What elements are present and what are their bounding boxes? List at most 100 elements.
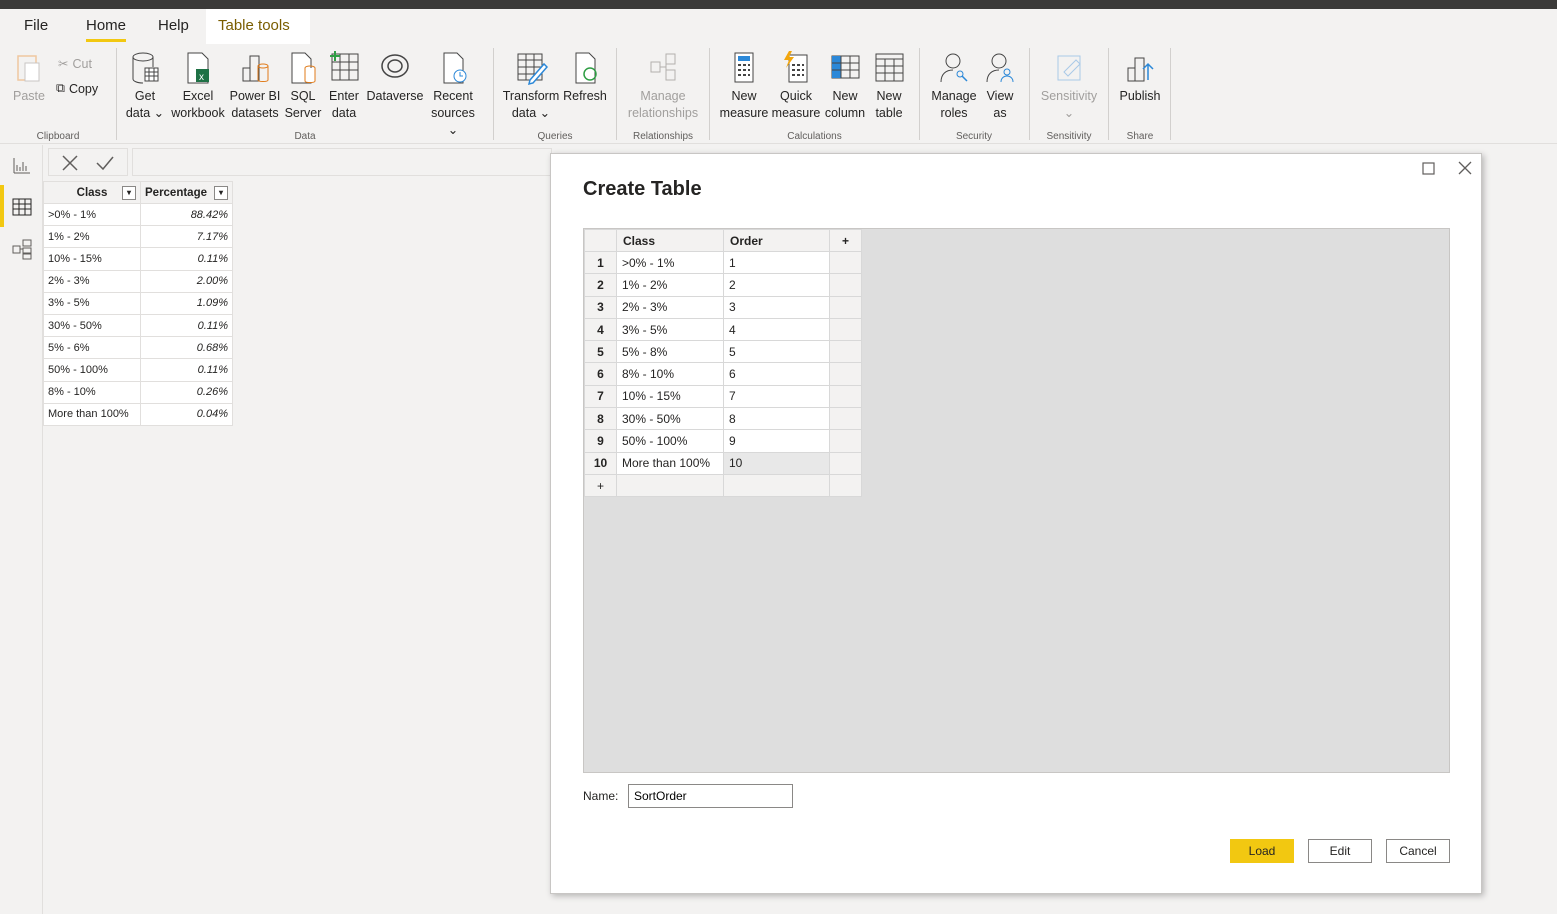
maximize-icon[interactable]	[1422, 162, 1436, 176]
add-row-button[interactable]: +	[584, 473, 617, 498]
class-cell[interactable]: 10% - 15%	[43, 247, 141, 271]
dataverse-button[interactable]: Dataverse	[365, 50, 425, 105]
security-label: Security	[955, 131, 993, 142]
publish-icon	[1127, 57, 1154, 82]
percentage-cell[interactable]: 0.68%	[140, 336, 233, 360]
commit-formula-icon[interactable]	[95, 154, 115, 172]
enter-data-button[interactable]: Enter data	[325, 50, 363, 122]
paste-button[interactable]: Paste	[10, 50, 48, 105]
class-cell[interactable]: 5% - 8%	[616, 340, 724, 364]
class-cell[interactable]: 50% - 100%	[43, 358, 141, 382]
class-cell[interactable]: 10% - 15%	[616, 384, 724, 409]
tab-help[interactable]: Help	[146, 9, 201, 44]
view-as-button[interactable]: View as	[982, 50, 1018, 122]
percentage-cell[interactable]: 0.04%	[140, 402, 233, 426]
get-data-button[interactable]: Get data ⌄	[125, 50, 165, 122]
class-cell[interactable]: >0% - 1%	[43, 202, 141, 227]
percentage-cell[interactable]: 1.09%	[140, 291, 233, 315]
class-cell[interactable]: 5% - 6%	[43, 336, 141, 360]
manage-relationships-button[interactable]: Manage relationships	[621, 50, 705, 122]
percentage-cell[interactable]: 0.26%	[140, 380, 233, 404]
class-cell[interactable]: 8% - 10%	[43, 380, 141, 404]
data-group: Get data ⌄ x Excel workbook Power BI datase…	[117, 48, 493, 144]
order-cell[interactable]: 6	[723, 362, 830, 386]
class-cell[interactable]: >0% - 1%	[616, 250, 724, 275]
power-bi-datasets-button[interactable]: Power BI datasets	[229, 50, 281, 122]
view-as-icon	[986, 53, 1014, 83]
formula-input[interactable]	[132, 148, 552, 176]
order-cell[interactable]: 8	[723, 407, 830, 431]
new-column-button[interactable]: New column	[822, 50, 868, 122]
recent-sources-button[interactable]: Recent sources ⌄	[425, 50, 481, 139]
class-cell[interactable]: More than 100%	[43, 402, 141, 426]
class-cell[interactable]: 3% - 5%	[616, 317, 724, 342]
dialog-title: Create Table	[583, 178, 702, 200]
class-cell[interactable]: 3% - 5%	[43, 291, 141, 315]
class-cell[interactable]: 2% - 3%	[616, 295, 724, 319]
table-name-input[interactable]	[628, 784, 793, 808]
order-cell[interactable]: 1	[723, 250, 830, 275]
percentage-cell[interactable]: 2.00%	[140, 269, 233, 293]
class-cell[interactable]: 30% - 50%	[616, 407, 724, 431]
refresh-icon	[575, 52, 597, 84]
datasets-icon	[242, 55, 269, 82]
tab-file[interactable]: File	[12, 9, 60, 44]
cancel-button[interactable]: Cancel	[1386, 839, 1450, 863]
copy-button[interactable]: ⧉ Copy	[56, 81, 98, 96]
formula-actions	[48, 148, 128, 176]
refresh-button[interactable]: Refresh	[562, 50, 608, 105]
percentage-cell[interactable]: 7.17%	[140, 225, 233, 249]
load-button[interactable]: Load	[1230, 839, 1294, 863]
empty-cell	[616, 473, 724, 498]
table-row: 10 More than 100% 10	[584, 451, 862, 475]
filter-dropdown-icon[interactable]: ▾	[122, 186, 136, 200]
relationships-group: Manage relationships Relationships	[617, 48, 709, 144]
report-view-icon[interactable]	[10, 153, 34, 177]
transform-data-button[interactable]: Transform data ⌄	[502, 50, 560, 122]
sensitivity-button[interactable]: Sensitivity ⌄	[1038, 50, 1100, 122]
order-cell[interactable]: 3	[723, 295, 830, 319]
percentage-cell[interactable]: 0.11%	[140, 247, 233, 271]
sql-server-button[interactable]: SQL Server	[283, 50, 323, 122]
class-cell[interactable]: 2% - 3%	[43, 269, 141, 293]
column-header-percentage[interactable]: Percentage ▾	[140, 181, 233, 204]
class-cell[interactable]: 1% - 2%	[616, 273, 724, 297]
close-icon[interactable]	[1456, 159, 1474, 177]
order-cell[interactable]: 10	[723, 451, 830, 475]
column-header-order[interactable]: Order	[723, 229, 830, 252]
percentage-cell[interactable]: 88.42%	[140, 202, 233, 227]
percentage-cell[interactable]: 0.11%	[140, 313, 233, 338]
tab-home[interactable]: Home	[74, 9, 138, 44]
class-cell[interactable]: 8% - 10%	[616, 362, 724, 386]
new-measure-button[interactable]: New measure	[718, 50, 770, 122]
new-table-button[interactable]: New table	[868, 50, 910, 122]
order-cell[interactable]: 5	[723, 340, 830, 364]
cancel-formula-icon[interactable]	[61, 154, 79, 172]
filter-dropdown-icon[interactable]: ▾	[214, 186, 228, 200]
column-header-class[interactable]: Class	[616, 229, 724, 252]
class-cell[interactable]: 50% - 100%	[616, 429, 724, 453]
publish-button[interactable]: Publish	[1117, 50, 1163, 105]
order-cell[interactable]: 7	[723, 384, 830, 409]
order-cell[interactable]: 4	[723, 317, 830, 342]
edit-button[interactable]: Edit	[1308, 839, 1372, 863]
model-view-icon[interactable]	[10, 237, 34, 261]
class-cell[interactable]: 30% - 50%	[43, 313, 141, 338]
column-header-class[interactable]: Class ▾	[43, 181, 141, 204]
sensitivity-icon	[1057, 55, 1081, 81]
class-cell[interactable]: 1% - 2%	[43, 225, 141, 249]
manage-roles-button[interactable]: Manage roles	[928, 50, 980, 122]
quick-measure-button[interactable]: Quick measure	[770, 50, 822, 122]
percentage-cell[interactable]: 0.11%	[140, 358, 233, 382]
data-label: Data	[294, 131, 316, 142]
cut-button[interactable]: ✂ Cut	[58, 56, 92, 72]
tab-table-tools[interactable]: Table tools	[206, 9, 310, 44]
order-cell[interactable]: 9	[723, 429, 830, 453]
ribbon: Paste ✂ Cut ⧉ Copy Clipboard Get data ⌄ x E…	[0, 44, 1557, 144]
order-cell[interactable]: 2	[723, 273, 830, 297]
class-cell[interactable]: More than 100%	[616, 451, 724, 475]
add-column-button[interactable]: +	[829, 229, 862, 252]
data-view-icon[interactable]	[10, 195, 34, 219]
row-number: 2	[584, 273, 617, 297]
excel-workbook-button[interactable]: x Excel workbook	[169, 50, 227, 122]
